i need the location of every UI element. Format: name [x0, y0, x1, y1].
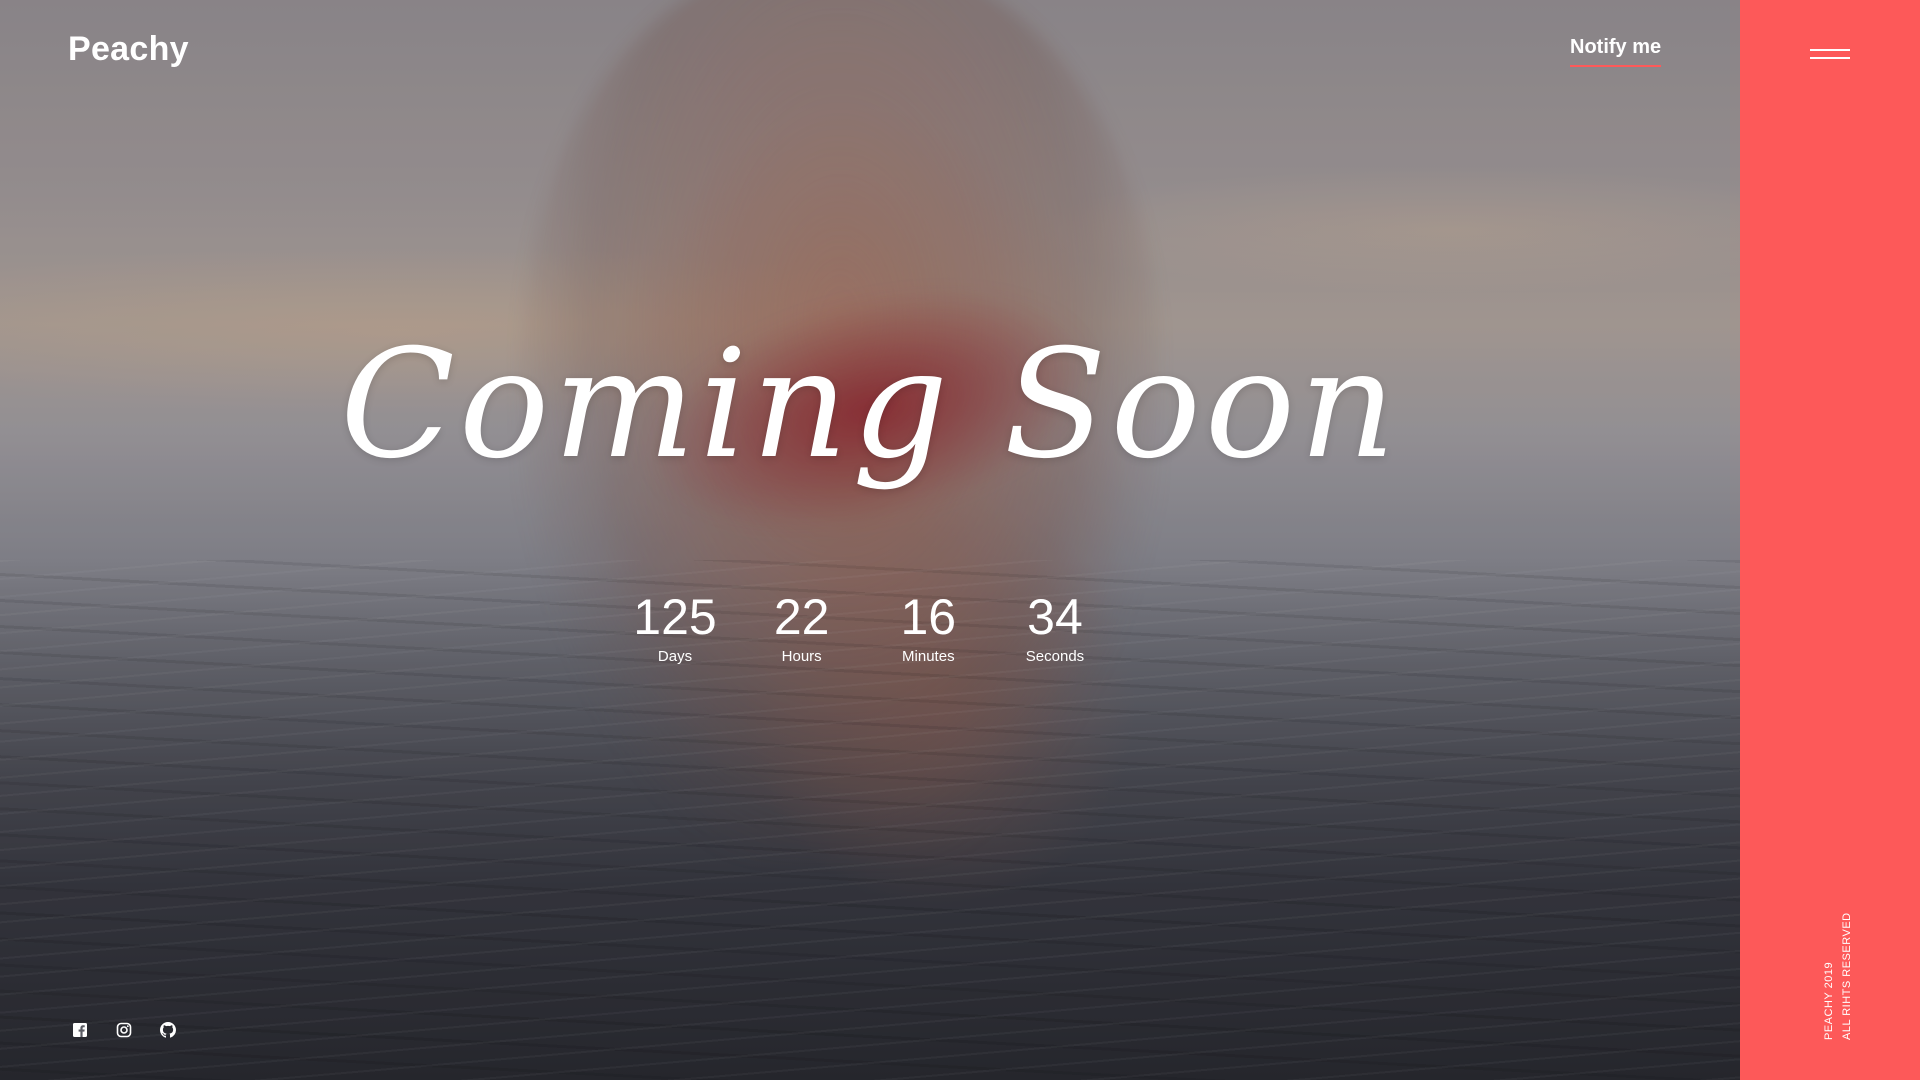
hero-background-image: Peachy Notify me Coming Soon 125 Days 22… [0, 0, 1740, 1080]
instagram-icon[interactable] [116, 1022, 132, 1038]
countdown-days-value: 125 [633, 589, 717, 645]
countdown-days: 125 Days [620, 592, 730, 665]
copyright-notice: PEACHY 2019 ALL RIHTS RESERVED [1820, 912, 1856, 1040]
notify-me-link[interactable]: Notify me [1570, 36, 1662, 67]
hamburger-icon[interactable] [1810, 46, 1850, 62]
github-icon[interactable] [160, 1022, 176, 1038]
copyright-line-2: ALL RIHTS RESERVED [1841, 912, 1853, 1040]
social-links [72, 1022, 176, 1038]
countdown-days-label: Days [657, 648, 693, 665]
countdown-seconds-value: 34 [1027, 589, 1083, 645]
hero-overlay [0, 0, 1740, 1080]
copyright-line-1: PEACHY 2019 [1823, 961, 1835, 1040]
countdown-minutes: 16 Minutes [873, 592, 983, 665]
countdown-minutes-label: Minutes [902, 648, 955, 665]
coming-soon-headline: Coming Soon [340, 318, 1400, 492]
countdown-hours: 22 Hours [747, 592, 857, 665]
facebook-icon[interactable] [72, 1022, 88, 1038]
countdown-hours-label: Hours [781, 648, 822, 665]
countdown-seconds: 34 Seconds [1000, 592, 1110, 665]
countdown-timer: 125 Days 22 Hours 16 Minutes 34 Seconds [620, 592, 1110, 665]
countdown-hours-value: 22 [773, 589, 830, 645]
countdown-seconds-label: Seconds [1025, 648, 1085, 665]
accent-side-panel: PEACHY 2019 ALL RIHTS RESERVED [1740, 0, 1920, 1080]
countdown-minutes-value: 16 [900, 589, 957, 645]
brand-logo[interactable]: Peachy [68, 30, 189, 69]
hamburger-line [1810, 49, 1850, 51]
coming-soon-page: Peachy Notify me Coming Soon 125 Days 22… [0, 0, 1920, 1080]
hamburger-line [1810, 57, 1850, 59]
